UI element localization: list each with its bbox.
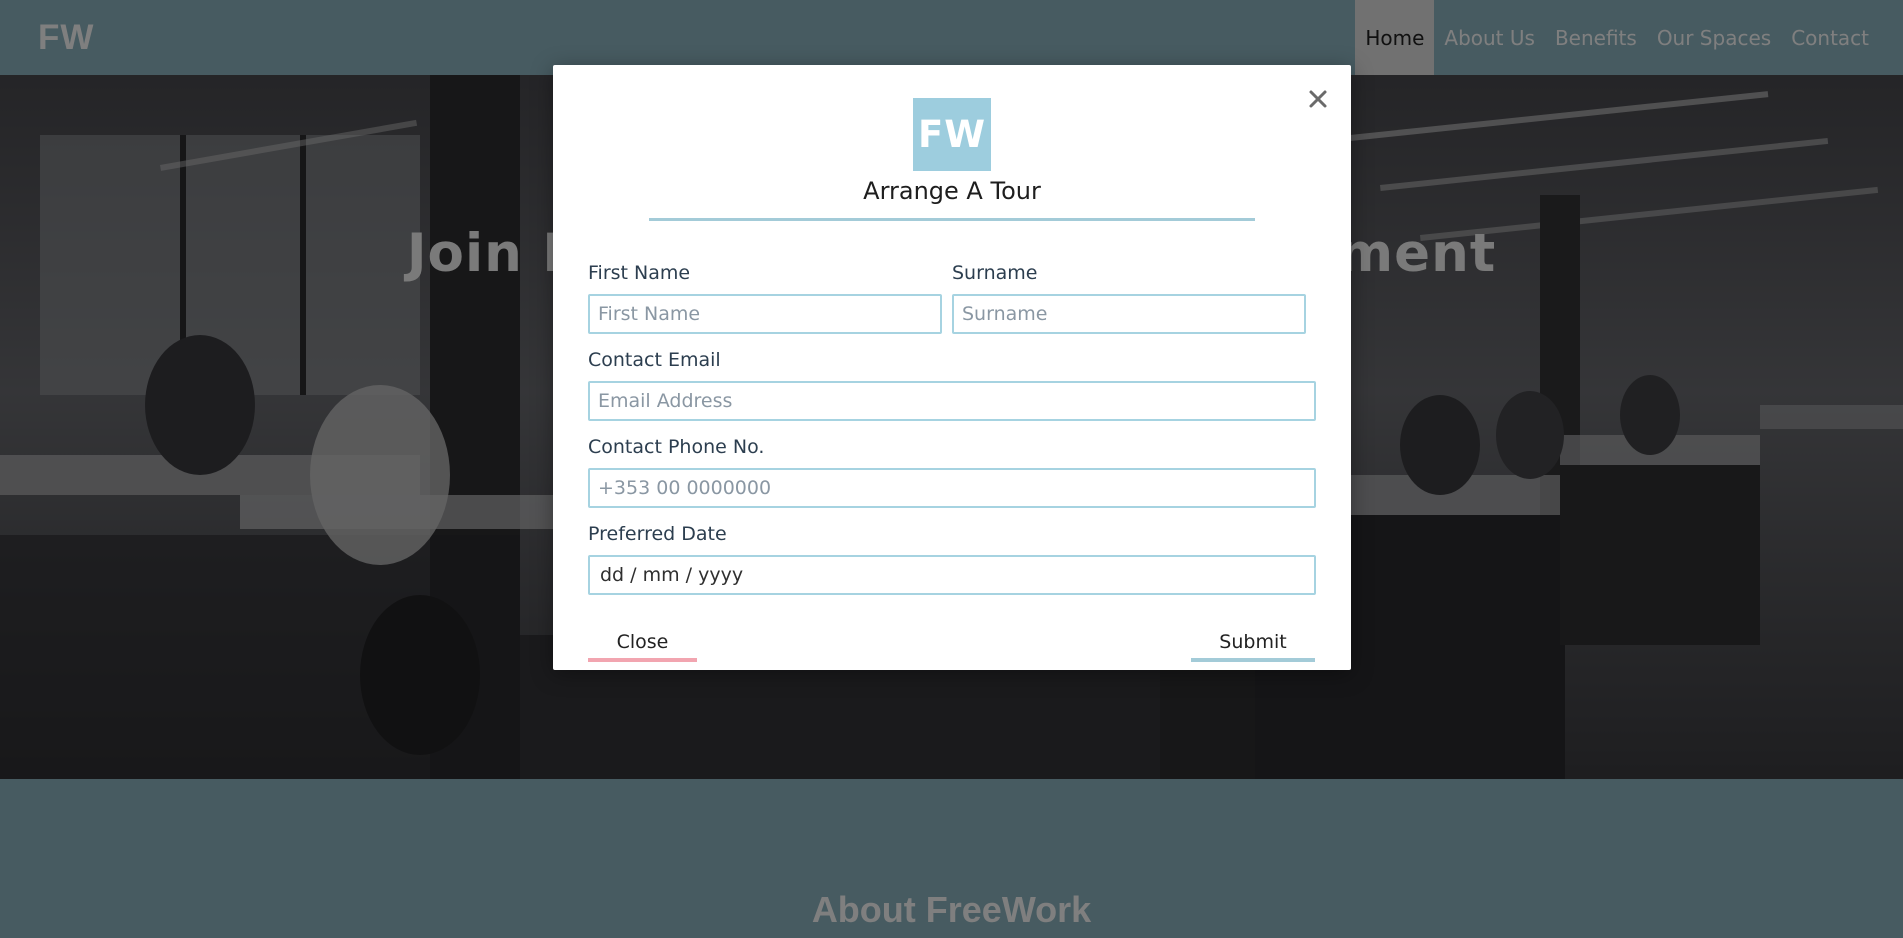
email-label: Contact Email — [588, 349, 721, 371]
close-button[interactable]: Close — [588, 626, 697, 662]
close-icon[interactable] — [1305, 86, 1331, 112]
modal-logo: FW — [913, 98, 991, 171]
date-label: Preferred Date — [588, 523, 727, 545]
surname-input[interactable] — [952, 294, 1306, 334]
email-input[interactable] — [588, 381, 1316, 421]
first-name-input[interactable] — [588, 294, 942, 334]
title-underline — [649, 218, 1255, 221]
phone-label: Contact Phone No. — [588, 436, 765, 458]
first-name-label: First Name — [588, 262, 691, 284]
preferred-date-input[interactable]: dd / mm / yyyy — [588, 555, 1316, 595]
surname-label: Surname — [952, 262, 1038, 284]
phone-input[interactable] — [588, 468, 1316, 508]
arrange-tour-modal: FW Arrange A Tour First Name Surname Con… — [553, 65, 1351, 670]
modal-title: Arrange A Tour — [863, 177, 1041, 205]
submit-button[interactable]: Submit — [1191, 626, 1315, 662]
date-format-text: dd / mm / yyyy — [600, 564, 744, 586]
